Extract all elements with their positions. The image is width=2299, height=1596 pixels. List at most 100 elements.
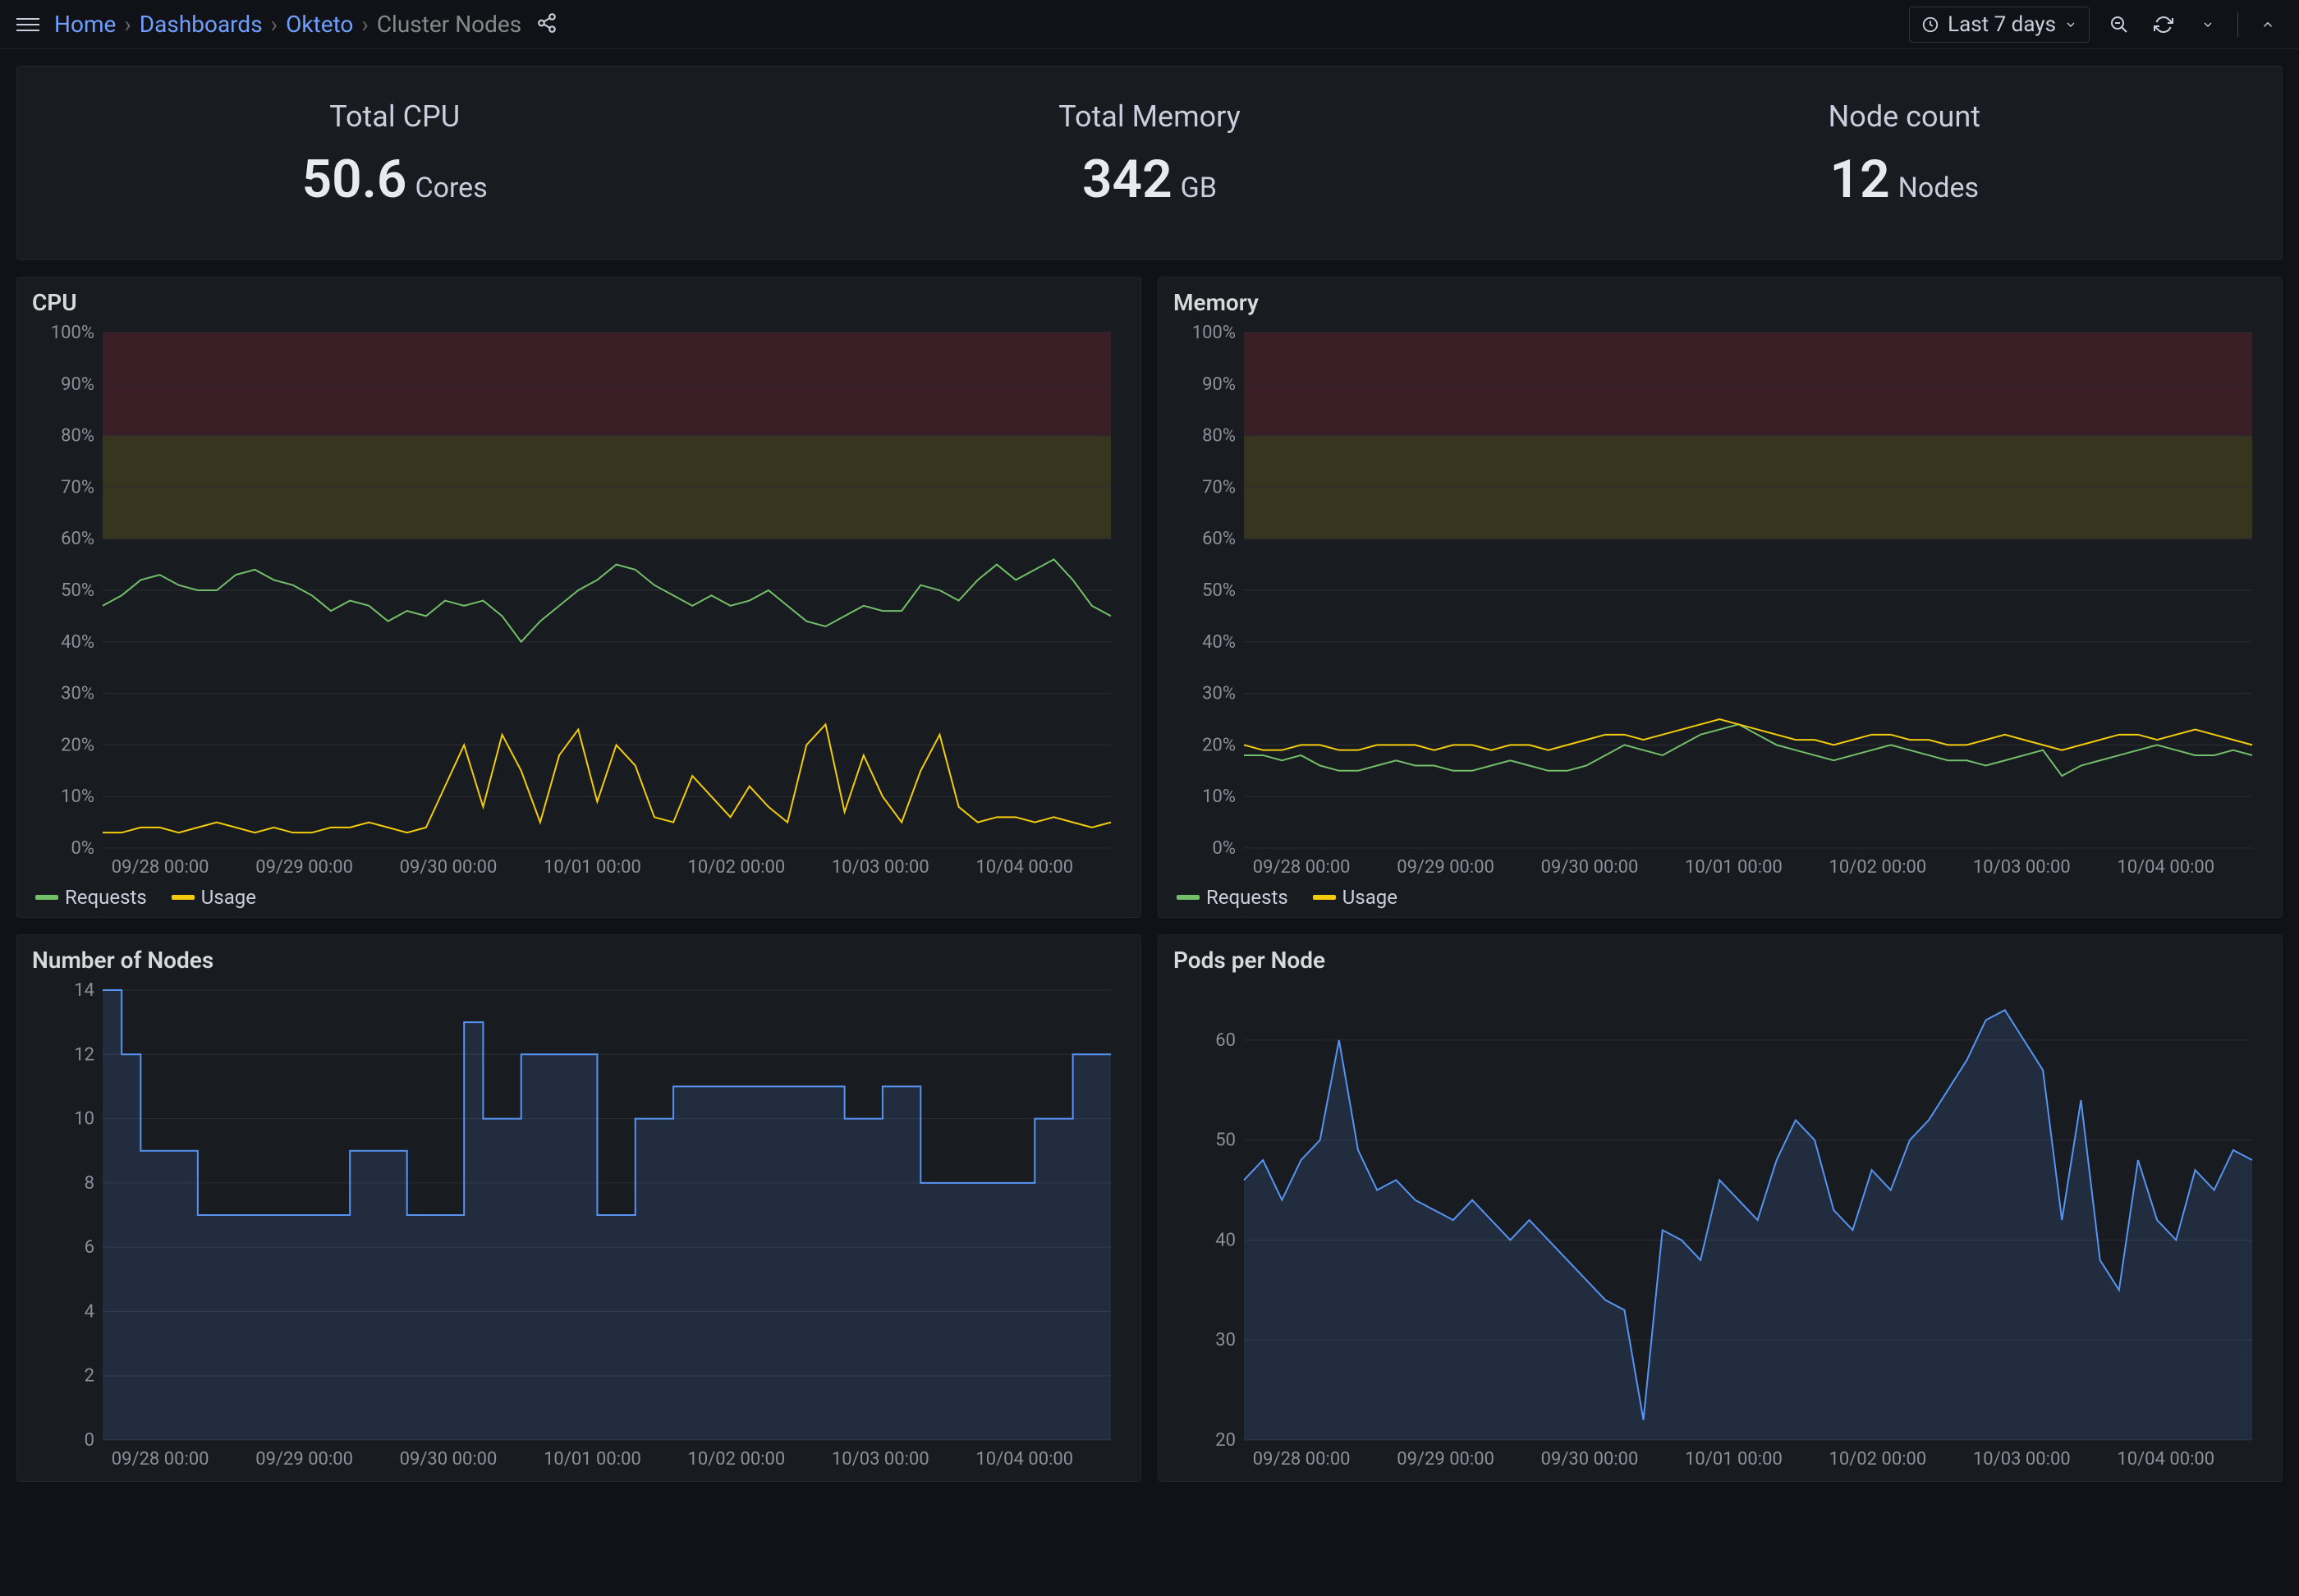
svg-text:100%: 100% [1192,323,1236,343]
stat-label: Node count [1527,99,2282,134]
svg-text:80%: 80% [1202,426,1236,447]
stat-unit: Nodes [1898,172,1979,204]
svg-text:10/01 00:00: 10/01 00:00 [1685,857,1783,878]
legend-label: Requests [1206,886,1288,909]
svg-text:09/29 00:00: 09/29 00:00 [255,857,353,878]
breadcrumb-folder[interactable]: Okteto [286,11,353,38]
panels-row-2: Number of Nodes 0246810121409/28 00:0009… [16,934,2283,1482]
svg-text:6: 6 [85,1237,94,1258]
svg-text:10/01 00:00: 10/01 00:00 [544,1449,641,1470]
stat-total-cpu: Total CPU 50.6 Cores [17,99,772,210]
legend-swatch [1313,895,1336,900]
panel-nodes[interactable]: Number of Nodes 0246810121409/28 00:0009… [16,934,1141,1482]
svg-text:50: 50 [1215,1130,1236,1151]
svg-text:20%: 20% [61,735,94,755]
svg-text:10/03 00:00: 10/03 00:00 [832,1449,929,1470]
clock-icon [1921,16,1939,34]
topbar-right: Last 7 days [1909,7,2283,43]
svg-text:40: 40 [1215,1230,1236,1250]
svg-text:90%: 90% [61,374,94,395]
time-range-picker[interactable]: Last 7 days [1909,7,2090,43]
legend-swatch [35,895,58,900]
panel-body: 0246810121409/28 00:0009/29 00:0009/30 0… [32,980,1126,1473]
svg-text:09/28 00:00: 09/28 00:00 [112,1449,209,1470]
legend-label: Usage [201,886,256,909]
svg-text:40%: 40% [1202,632,1236,653]
legend-item-requests[interactable]: Requests [1177,886,1288,909]
svg-text:0: 0 [85,1430,94,1451]
panel-title: CPU [32,289,1126,316]
zoom-out-button[interactable] [2104,10,2134,39]
collapse-button[interactable] [2253,10,2283,39]
svg-text:30%: 30% [1202,684,1236,704]
legend-item-usage[interactable]: Usage [1313,886,1397,909]
legend-item-usage[interactable]: Usage [172,886,256,909]
svg-text:09/29 00:00: 09/29 00:00 [255,1449,353,1470]
stats-panel: Total CPU 50.6 Cores Total Memory 342 GB… [16,66,2283,260]
panel-title: Number of Nodes [32,947,1126,974]
time-range-label: Last 7 days [1948,12,2056,37]
svg-text:8: 8 [85,1173,94,1194]
chevron-up-icon [2260,17,2275,32]
stat-unit: GB [1181,172,1217,204]
svg-text:10/03 00:00: 10/03 00:00 [1973,857,2071,878]
legend-label: Usage [1342,886,1397,909]
svg-text:2: 2 [85,1366,94,1387]
panel-pods[interactable]: Pods per Node 203040506009/28 00:0009/29… [1158,934,2283,1482]
legend-label: Requests [65,886,147,909]
breadcrumb-dashboards[interactable]: Dashboards [140,11,263,38]
svg-text:10/04 00:00: 10/04 00:00 [2117,857,2214,878]
svg-text:10/01 00:00: 10/01 00:00 [1685,1449,1783,1470]
svg-text:10%: 10% [61,787,94,807]
stat-value: 50.6 [302,149,407,210]
topbar: Home › Dashboards › Okteto › Cluster Nod… [0,0,2299,49]
svg-text:10: 10 [74,1109,94,1130]
panel-body: 0%10%20%30%40%50%60%70%80%90%100%09/28 0… [1173,323,2267,881]
svg-text:09/30 00:00: 09/30 00:00 [1541,1449,1639,1470]
chart-memory[interactable]: 0%10%20%30%40%50%60%70%80%90%100%09/28 0… [1173,323,2267,881]
panel-title: Pods per Node [1173,947,2267,974]
legend: Requests Usage [1173,886,2267,909]
panel-title: Memory [1173,289,2267,316]
chart-cpu[interactable]: 0%10%20%30%40%50%60%70%80%90%100%09/28 0… [32,323,1126,881]
svg-text:12: 12 [74,1044,94,1065]
chevron-right-icon: › [124,11,131,38]
svg-text:10%: 10% [1202,787,1236,807]
chevron-down-icon [2064,18,2077,31]
svg-text:10/01 00:00: 10/01 00:00 [544,857,641,878]
chart-nodes[interactable]: 0246810121409/28 00:0009/29 00:0009/30 0… [32,980,1126,1473]
svg-text:20: 20 [1215,1430,1236,1451]
svg-text:09/30 00:00: 09/30 00:00 [400,1449,498,1470]
panel-body: 0%10%20%30%40%50%60%70%80%90%100%09/28 0… [32,323,1126,881]
panel-memory[interactable]: Memory 0%10%20%30%40%50%60%70%80%90%100%… [1158,277,2283,918]
svg-text:0%: 0% [1213,838,1236,859]
breadcrumb-current: Cluster Nodes [377,11,521,38]
stat-node-count: Node count 12 Nodes [1527,99,2282,210]
share-icon[interactable] [536,12,558,37]
chevron-right-icon: › [361,11,368,38]
svg-text:4: 4 [85,1301,94,1322]
refresh-interval-dropdown[interactable] [2193,10,2223,39]
panel-cpu[interactable]: CPU 0%10%20%30%40%50%60%70%80%90%100%09/… [16,277,1141,918]
stat-label: Total CPU [17,99,772,134]
svg-text:09/28 00:00: 09/28 00:00 [112,857,209,878]
svg-text:20%: 20% [1202,735,1236,755]
legend-item-requests[interactable]: Requests [35,886,147,909]
svg-text:09/29 00:00: 09/29 00:00 [1397,1449,1494,1470]
menu-icon[interactable] [16,13,39,36]
svg-text:10/02 00:00: 10/02 00:00 [687,1449,785,1470]
svg-text:10/02 00:00: 10/02 00:00 [1829,1449,1926,1470]
legend-swatch [1177,895,1200,900]
refresh-button[interactable] [2149,10,2178,39]
legend: Requests Usage [32,886,1126,909]
svg-text:10/04 00:00: 10/04 00:00 [975,857,1073,878]
svg-text:60%: 60% [61,529,94,549]
divider [2237,12,2238,37]
svg-text:10/02 00:00: 10/02 00:00 [687,857,785,878]
chart-pods[interactable]: 203040506009/28 00:0009/29 00:0009/30 00… [1173,980,2267,1473]
legend-swatch [172,895,195,900]
svg-text:100%: 100% [51,323,94,343]
svg-text:09/30 00:00: 09/30 00:00 [400,857,498,878]
panels-row-1: CPU 0%10%20%30%40%50%60%70%80%90%100%09/… [16,277,2283,918]
breadcrumb-home[interactable]: Home [54,11,116,38]
